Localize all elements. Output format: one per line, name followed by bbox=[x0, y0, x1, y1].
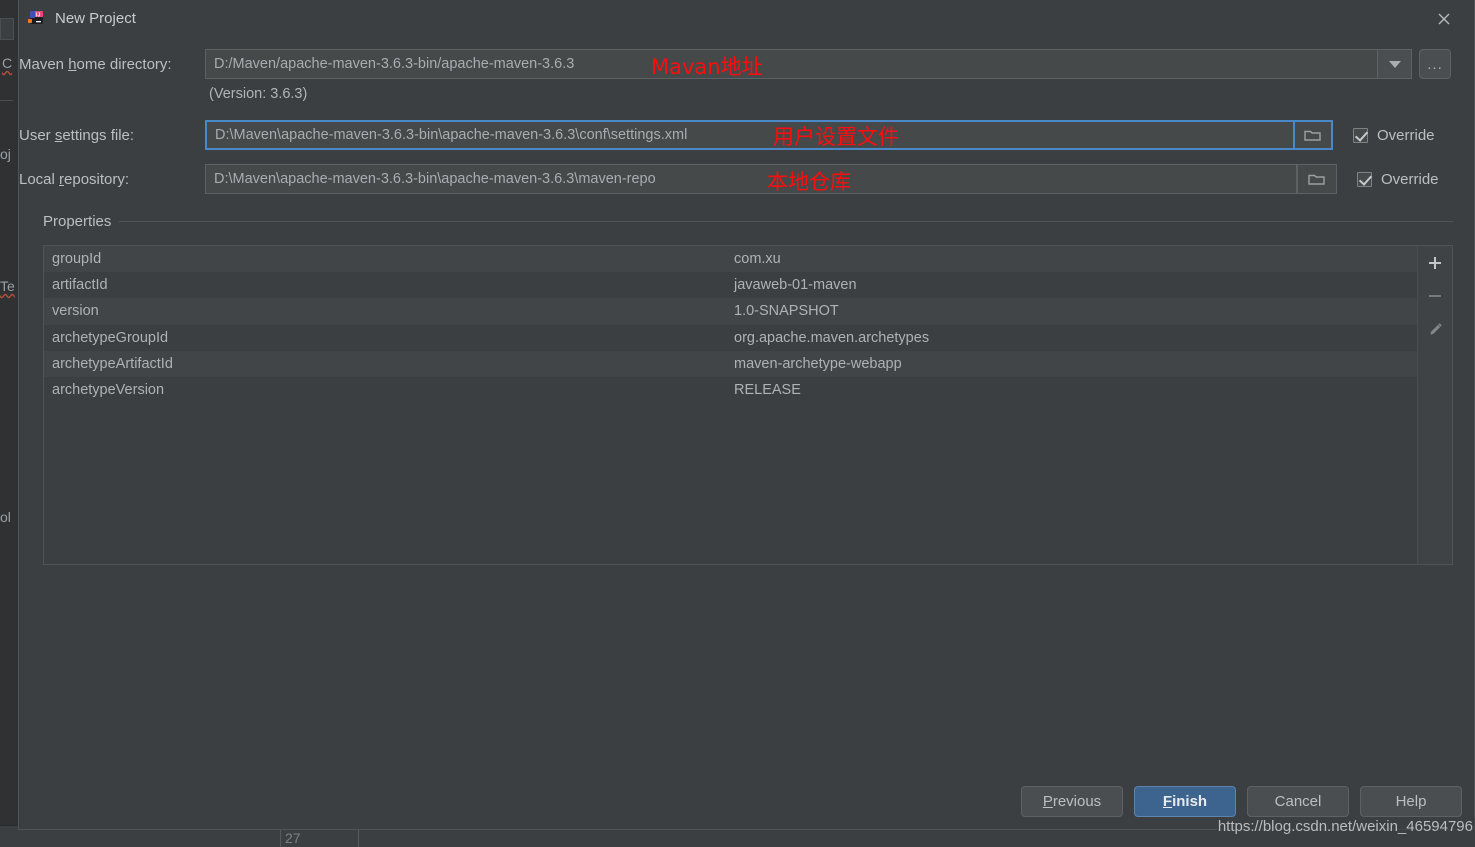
pencil-icon bbox=[1429, 322, 1442, 335]
properties-table-wrapper: groupId com.xu artifactId javaweb-01-mav… bbox=[43, 245, 1453, 565]
close-icon[interactable] bbox=[1432, 7, 1456, 31]
maven-version-note: (Version: 3.6.3) bbox=[209, 86, 308, 102]
checkbox-icon bbox=[1357, 171, 1372, 187]
bg-ghost-label-2: Te bbox=[0, 278, 15, 294]
legend-divider-line bbox=[119, 221, 1453, 222]
user-settings-browse-button[interactable] bbox=[1293, 120, 1333, 150]
edit-property-button[interactable] bbox=[1424, 318, 1446, 340]
table-row[interactable]: archetypeVersion RELEASE bbox=[44, 376, 1417, 404]
local-repository-browse-button[interactable] bbox=[1297, 164, 1337, 194]
add-property-button[interactable] bbox=[1424, 252, 1446, 274]
table-row[interactable]: groupId com.xu bbox=[44, 246, 1417, 273]
property-value: RELEASE bbox=[734, 382, 801, 399]
local-repository-value: D:\Maven\apache-maven-3.6.3-bin\apache-m… bbox=[214, 171, 656, 187]
property-value: javaweb-01-maven bbox=[734, 277, 857, 294]
status-bar-line-number: 27 bbox=[285, 830, 301, 846]
bg-ghost-label-1: oj bbox=[0, 146, 11, 162]
user-settings-label: User settings file: bbox=[19, 126, 135, 144]
maven-home-value: D:/Maven/apache-maven-3.6.3-bin/apache-m… bbox=[214, 56, 575, 72]
local-repository-label: Local repository: bbox=[19, 170, 130, 188]
user-settings-override-checkbox[interactable]: Override bbox=[1353, 127, 1435, 144]
properties-legend: Properties bbox=[43, 213, 1453, 230]
property-value: com.xu bbox=[734, 251, 781, 268]
chevron-down-icon bbox=[1388, 60, 1401, 68]
annotation-maven-address: Mavan地址 bbox=[651, 55, 763, 79]
user-settings-value: D:\Maven\apache-maven-3.6.3-bin\apache-m… bbox=[215, 127, 688, 143]
previous-button[interactable]: Previous bbox=[1021, 786, 1123, 817]
folder-icon bbox=[1308, 174, 1325, 185]
maven-home-label: Maven home directory: bbox=[19, 55, 172, 73]
local-repository-row: Local repository: D:\Maven\apache-maven-… bbox=[19, 164, 1439, 194]
help-button[interactable]: Help bbox=[1360, 786, 1462, 817]
properties-group: Properties groupId com.xu artifactId jav… bbox=[43, 213, 1453, 565]
checkbox-icon bbox=[1353, 127, 1368, 143]
property-value: maven-archetype-webapp bbox=[734, 355, 902, 372]
property-key: archetypeVersion bbox=[52, 382, 165, 399]
bg-panel-fragment-1 bbox=[0, 18, 14, 40]
bg-ghost-label-3: ol bbox=[0, 509, 11, 525]
property-key: artifactId bbox=[52, 277, 108, 294]
minus-icon bbox=[1429, 295, 1441, 297]
maven-home-dropdown-button[interactable] bbox=[1378, 49, 1412, 79]
local-repository-override-label: Override bbox=[1381, 170, 1439, 188]
cancel-button[interactable]: Cancel bbox=[1247, 786, 1349, 817]
bg-divider bbox=[0, 100, 13, 101]
annotation-user-settings: 用户设置文件 bbox=[773, 125, 899, 149]
properties-legend-text: Properties bbox=[43, 213, 112, 230]
new-project-dialog: IJ New Project Maven home directory: D:/… bbox=[18, 0, 1475, 830]
table-row[interactable]: artifactId javaweb-01-maven bbox=[44, 272, 1417, 299]
annotation-local-repository: 本地仓库 bbox=[767, 170, 851, 194]
property-value: 1.0-SNAPSHOT bbox=[734, 303, 839, 320]
local-repository-input[interactable]: D:\Maven\apache-maven-3.6.3-bin\apache-m… bbox=[205, 164, 1297, 194]
plus-icon bbox=[1429, 257, 1441, 269]
table-row[interactable]: archetypeGroupId org.apache.maven.archet… bbox=[44, 324, 1417, 351]
bg-ghost-label-0: C bbox=[2, 55, 13, 71]
csdn-watermark: https://blog.csdn.net/weixin_46594796 bbox=[1215, 818, 1475, 835]
table-row[interactable]: archetypeArtifactId maven-archetype-weba… bbox=[44, 350, 1417, 377]
dialog-titlebar: IJ New Project bbox=[19, 0, 1474, 37]
maven-home-browse-button[interactable]: ... bbox=[1419, 49, 1451, 79]
user-settings-override-label: Override bbox=[1377, 126, 1435, 144]
dialog-button-bar: Previous Finish Cancel Help bbox=[1021, 786, 1462, 817]
maven-home-input[interactable]: D:/Maven/apache-maven-3.6.3-bin/apache-m… bbox=[205, 49, 1378, 79]
finish-button[interactable]: Finish bbox=[1134, 786, 1236, 817]
folder-icon bbox=[1304, 130, 1321, 141]
svg-text:IJ: IJ bbox=[36, 12, 40, 18]
properties-table[interactable]: groupId com.xu artifactId javaweb-01-mav… bbox=[43, 245, 1417, 565]
properties-toolbar bbox=[1417, 245, 1453, 565]
property-value: org.apache.maven.archetypes bbox=[734, 329, 930, 346]
table-row[interactable]: version 1.0-SNAPSHOT bbox=[44, 298, 1417, 325]
property-key: groupId bbox=[52, 251, 102, 268]
property-key: archetypeGroupId bbox=[52, 329, 169, 346]
user-settings-input[interactable]: D:\Maven\apache-maven-3.6.3-bin\apache-m… bbox=[205, 120, 1295, 150]
ellipsis-icon: ... bbox=[1427, 55, 1443, 73]
user-settings-row: User settings file: D:\Maven\apache-mave… bbox=[19, 120, 1435, 150]
property-key: archetypeArtifactId bbox=[52, 355, 173, 372]
intellij-idea-icon: IJ bbox=[27, 10, 45, 28]
remove-property-button[interactable] bbox=[1424, 285, 1446, 307]
local-repository-override-checkbox[interactable]: Override bbox=[1357, 171, 1439, 188]
dialog-title: New Project bbox=[55, 10, 136, 27]
property-key: version bbox=[52, 303, 99, 320]
maven-version-note-row: (Version: 3.6.3) bbox=[209, 84, 307, 104]
